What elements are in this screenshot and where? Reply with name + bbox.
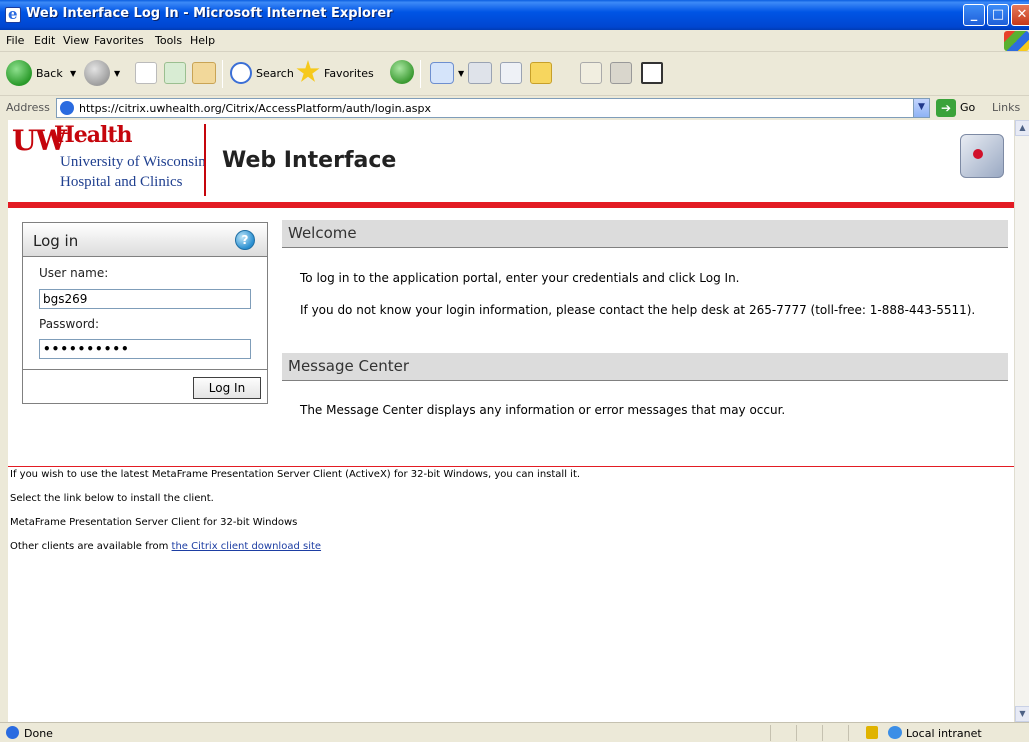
home-icon[interactable]	[192, 62, 216, 84]
address-url[interactable]: https://citrix.uwhealth.org/Citrix/Acces…	[79, 102, 431, 115]
welcome-text-2: If you do not know your login informatio…	[300, 303, 976, 317]
mail-dropdown-icon[interactable]: ▼	[458, 69, 464, 78]
help-icon[interactable]: ?	[235, 230, 255, 250]
citrix-download-site-link[interactable]: the Citrix client download site	[172, 541, 322, 552]
page-status-icon	[6, 726, 19, 739]
page-header: UW Health University of Wisconsin Hospit…	[8, 120, 1014, 204]
status-bar: Done Local intranet	[0, 722, 1029, 742]
local-intranet-icon	[888, 726, 902, 739]
title-bar: Web Interface Log In - Microsoft Interne…	[0, 0, 1029, 30]
back-dropdown-icon[interactable]: ▼	[70, 69, 76, 78]
menu-help[interactable]: Help	[190, 34, 215, 47]
maximize-button[interactable]: □	[987, 4, 1009, 26]
welcome-text-1: To log in to the application portal, ent…	[300, 271, 740, 285]
username-input[interactable]	[39, 289, 251, 309]
menu-file[interactable]: File	[6, 34, 24, 47]
mail-icon[interactable]	[430, 62, 454, 84]
address-dropdown-icon[interactable]: ▼	[913, 99, 929, 117]
refresh-icon[interactable]	[164, 62, 186, 84]
status-text: Done	[24, 727, 53, 740]
vertical-scrollbar[interactable]: ▲ ▼	[1014, 120, 1029, 722]
browser-window: Web Interface Log In - Microsoft Interne…	[0, 0, 1029, 742]
password-label: Password:	[39, 317, 100, 331]
search-label[interactable]: Search	[256, 67, 294, 80]
research-icon[interactable]	[580, 62, 602, 84]
status-cell	[796, 725, 797, 741]
menu-view[interactable]: View	[63, 34, 89, 47]
security-zone: Local intranet	[906, 727, 982, 740]
status-cell	[822, 725, 823, 741]
back-label[interactable]: Back	[36, 67, 63, 80]
messenger-icon[interactable]	[610, 62, 632, 84]
links-button[interactable]: Links	[992, 101, 1020, 114]
login-divider	[23, 369, 267, 370]
page-title: Web Interface	[222, 148, 397, 173]
back-arrow-icon[interactable]	[6, 60, 32, 86]
go-button[interactable]: Go	[960, 101, 975, 114]
menu-tools[interactable]: Tools	[155, 34, 182, 47]
folder-icon[interactable]	[530, 62, 552, 84]
page-icon	[60, 101, 74, 115]
print-icon[interactable]	[468, 62, 492, 84]
org-name-line2: Hospital and Clinics	[60, 174, 183, 190]
client-section-rule	[8, 466, 1014, 467]
header-divider	[204, 124, 206, 196]
edit-icon[interactable]	[500, 62, 522, 84]
client-text-4: Other clients are available from the Cit…	[10, 541, 321, 552]
stop-icon[interactable]	[135, 62, 157, 84]
window-title: Web Interface Log In - Microsoft Interne…	[26, 6, 393, 21]
internet-explorer-icon	[5, 5, 21, 23]
toolbar-separator	[420, 60, 421, 88]
minimize-button[interactable]: _	[963, 4, 985, 26]
history-icon[interactable]	[390, 60, 414, 84]
client-text-1: If you wish to use the latest MetaFrame …	[10, 469, 581, 480]
windows-logo-icon	[1004, 31, 1029, 51]
header-red-rule	[8, 202, 1014, 208]
forward-dropdown-icon[interactable]: ▼	[114, 69, 120, 78]
client-text-4-prefix: Other clients are available from	[10, 541, 172, 552]
client-text-2: Select the link below to install the cli…	[10, 493, 214, 504]
search-icon[interactable]	[230, 62, 252, 84]
toolbar: Back ▼ ▼ Search Favorites ▼	[0, 52, 1029, 96]
login-button[interactable]: Log In	[193, 377, 261, 399]
health-logo-text: Health	[54, 122, 133, 148]
lock-icon[interactable]	[866, 726, 878, 739]
address-bar: Address https://citrix.uwhealth.org/Citr…	[0, 96, 1029, 120]
status-cell	[770, 725, 771, 741]
go-arrow-icon[interactable]: ➔	[936, 99, 956, 117]
forward-arrow-icon[interactable]	[84, 60, 110, 86]
web-page: UW Health University of Wisconsin Hospit…	[8, 120, 1014, 722]
citrix-cube-icon	[960, 134, 1004, 178]
login-header: Log in ?	[23, 223, 267, 257]
scroll-up-icon[interactable]: ▲	[1015, 120, 1029, 136]
login-title: Log in	[33, 232, 79, 250]
message-center-heading: Message Center	[282, 353, 1008, 381]
client-download-link[interactable]: MetaFrame Presentation Server Client for…	[10, 517, 297, 528]
org-name-line1: University of Wisconsin	[60, 154, 206, 170]
menu-bar: File Edit View Favorites Tools Help	[0, 30, 1029, 52]
password-input[interactable]: ••••••••••	[39, 339, 251, 359]
toolbar-separator	[222, 60, 223, 88]
close-button[interactable]: ✕	[1011, 4, 1029, 26]
scroll-down-icon[interactable]: ▼	[1015, 706, 1029, 722]
message-center-text: The Message Center displays any informat…	[300, 403, 786, 417]
welcome-heading: Welcome	[282, 220, 1008, 248]
favorites-star-icon[interactable]	[296, 60, 320, 82]
address-input[interactable]: https://citrix.uwhealth.org/Citrix/Acces…	[56, 98, 930, 118]
tool-icon[interactable]	[641, 62, 663, 84]
login-box: Log in ? User name: Password: ••••••••••…	[22, 222, 268, 404]
status-cell	[848, 725, 849, 741]
username-label: User name:	[39, 266, 109, 280]
menu-edit[interactable]: Edit	[34, 34, 55, 47]
favorites-label[interactable]: Favorites	[324, 67, 374, 80]
menu-favorites[interactable]: Favorites	[94, 34, 144, 47]
address-label: Address	[6, 101, 50, 114]
